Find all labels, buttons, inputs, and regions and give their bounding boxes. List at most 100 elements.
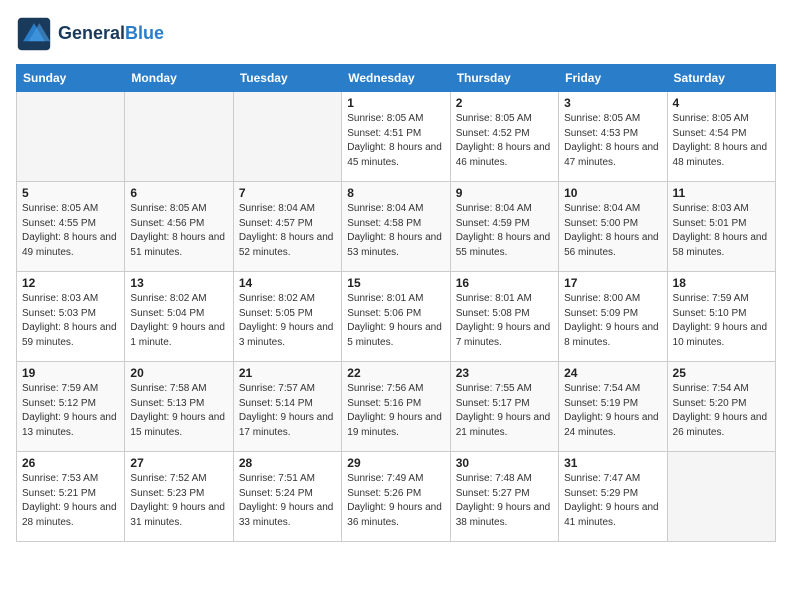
- day-info: Sunrise: 8:05 AM Sunset: 4:56 PM Dayligh…: [130, 202, 227, 260]
- day-number: 5: [22, 186, 119, 200]
- day-number: 17: [564, 276, 661, 290]
- day-number: 15: [347, 276, 444, 290]
- day-number: 18: [673, 276, 770, 290]
- day-number: 3: [564, 96, 661, 110]
- weekday-header: Thursday: [450, 65, 558, 92]
- day-info: Sunrise: 8:01 AM Sunset: 5:08 PM Dayligh…: [456, 292, 553, 350]
- calendar-cell: 13Sunrise: 8:02 AM Sunset: 5:04 PM Dayli…: [125, 272, 233, 362]
- calendar-week-row: 1 Sunrise: 8:05 AM Sunset: 4:51 PM Daylig…: [17, 92, 776, 182]
- calendar-cell: 11 Sunrise: 8:03 AM Sunset: 5:01 PM Dayli…: [667, 182, 775, 272]
- weekday-row: SundayMondayTuesdayWednesdayThursdayFrid…: [17, 65, 776, 92]
- day-info: Sunrise: 7:59 AM Sunset: 5:12 PM Dayligh…: [22, 382, 119, 440]
- calendar-cell: 12 Sunrise: 8:03 AM Sunset: 5:03 PM Dayli…: [17, 272, 125, 362]
- day-info: Sunrise: 8:05 AM Sunset: 4:54 PM Dayligh…: [673, 112, 770, 170]
- day-info: Sunrise: 7:47 AM Sunset: 5:29 PM Dayligh…: [564, 472, 661, 530]
- calendar-cell: 30 Sunrise: 7:48 AM Sunset: 5:27 PM Dayli…: [450, 452, 558, 542]
- calendar-cell: 3 Sunrise: 8:05 AM Sunset: 4:53 PM Daylig…: [559, 92, 667, 182]
- day-info: Sunrise: 8:05 AM Sunset: 4:55 PM Dayligh…: [22, 202, 119, 260]
- calendar-cell: 10 Sunrise: 8:04 AM Sunset: 5:00 PM Dayli…: [559, 182, 667, 272]
- day-info: Sunrise: 8:02 AM Sunset: 5:04 PM Dayligh…: [130, 292, 227, 350]
- day-number: 14: [239, 276, 336, 290]
- day-info: Sunrise: 8:05 AM Sunset: 4:52 PM Dayligh…: [456, 112, 553, 170]
- calendar-cell: 2 Sunrise: 8:05 AM Sunset: 4:52 PM Daylig…: [450, 92, 558, 182]
- day-info: Sunrise: 8:04 AM Sunset: 5:00 PM Dayligh…: [564, 202, 661, 260]
- day-info: Sunrise: 7:53 AM Sunset: 5:21 PM Dayligh…: [22, 472, 119, 530]
- calendar-cell: 26 Sunrise: 7:53 AM Sunset: 5:21 PM Dayli…: [17, 452, 125, 542]
- day-number: 6: [130, 186, 227, 200]
- day-info: Sunrise: 7:59 AM Sunset: 5:10 PM Dayligh…: [673, 292, 770, 350]
- day-number: 26: [22, 456, 119, 470]
- day-info: Sunrise: 7:48 AM Sunset: 5:27 PM Dayligh…: [456, 472, 553, 530]
- calendar-cell: 25 Sunrise: 7:54 AM Sunset: 5:20 PM Dayli…: [667, 362, 775, 452]
- day-info: Sunrise: 8:05 AM Sunset: 4:51 PM Dayligh…: [347, 112, 444, 170]
- day-number: 20: [130, 366, 227, 380]
- calendar-cell: 23Sunrise: 7:55 AM Sunset: 5:17 PM Dayli…: [450, 362, 558, 452]
- calendar-cell: 8Sunrise: 8:04 AM Sunset: 4:58 PM Daylig…: [342, 182, 450, 272]
- day-number: 1: [347, 96, 444, 110]
- day-number: 16: [456, 276, 553, 290]
- calendar-week-row: 26 Sunrise: 7:53 AM Sunset: 5:21 PM Dayli…: [17, 452, 776, 542]
- day-number: 27: [130, 456, 227, 470]
- calendar-body: 1 Sunrise: 8:05 AM Sunset: 4:51 PM Daylig…: [17, 92, 776, 542]
- calendar-cell: 19 Sunrise: 7:59 AM Sunset: 5:12 PM Dayli…: [17, 362, 125, 452]
- day-number: 10: [564, 186, 661, 200]
- day-info: Sunrise: 7:54 AM Sunset: 5:19 PM Dayligh…: [564, 382, 661, 440]
- calendar-cell: 20 Sunrise: 7:58 AM Sunset: 5:13 PM Dayli…: [125, 362, 233, 452]
- day-number: 30: [456, 456, 553, 470]
- calendar-cell: [667, 452, 775, 542]
- day-info: Sunrise: 7:52 AM Sunset: 5:23 PM Dayligh…: [130, 472, 227, 530]
- calendar-cell: 18 Sunrise: 7:59 AM Sunset: 5:10 PM Dayli…: [667, 272, 775, 362]
- day-info: Sunrise: 7:51 AM Sunset: 5:24 PM Dayligh…: [239, 472, 336, 530]
- calendar-cell: [125, 92, 233, 182]
- day-info: Sunrise: 8:00 AM Sunset: 5:09 PM Dayligh…: [564, 292, 661, 350]
- weekday-header: Wednesday: [342, 65, 450, 92]
- calendar-cell: 15 Sunrise: 8:01 AM Sunset: 5:06 PM Dayli…: [342, 272, 450, 362]
- day-info: Sunrise: 7:58 AM Sunset: 5:13 PM Dayligh…: [130, 382, 227, 440]
- calendar-cell: 22 Sunrise: 7:56 AM Sunset: 5:16 PM Dayli…: [342, 362, 450, 452]
- day-info: Sunrise: 8:04 AM Sunset: 4:59 PM Dayligh…: [456, 202, 553, 260]
- logo-icon: [16, 16, 52, 52]
- logo: GeneralBlue: [16, 16, 164, 52]
- calendar-cell: 31Sunrise: 7:47 AM Sunset: 5:29 PM Dayli…: [559, 452, 667, 542]
- day-info: Sunrise: 7:54 AM Sunset: 5:20 PM Dayligh…: [673, 382, 770, 440]
- calendar-cell: 5 Sunrise: 8:05 AM Sunset: 4:55 PM Daylig…: [17, 182, 125, 272]
- day-number: 25: [673, 366, 770, 380]
- calendar-cell: 21 Sunrise: 7:57 AM Sunset: 5:14 PM Dayli…: [233, 362, 341, 452]
- day-info: Sunrise: 7:56 AM Sunset: 5:16 PM Dayligh…: [347, 382, 444, 440]
- day-number: 12: [22, 276, 119, 290]
- day-number: 19: [22, 366, 119, 380]
- day-number: 22: [347, 366, 444, 380]
- day-info: Sunrise: 8:02 AM Sunset: 5:05 PM Dayligh…: [239, 292, 336, 350]
- day-info: Sunrise: 8:05 AM Sunset: 4:53 PM Dayligh…: [564, 112, 661, 170]
- day-number: 23: [456, 366, 553, 380]
- day-info: Sunrise: 8:03 AM Sunset: 5:01 PM Dayligh…: [673, 202, 770, 260]
- day-info: Sunrise: 8:01 AM Sunset: 5:06 PM Dayligh…: [347, 292, 444, 350]
- day-info: Sunrise: 7:57 AM Sunset: 5:14 PM Dayligh…: [239, 382, 336, 440]
- weekday-header: Sunday: [17, 65, 125, 92]
- day-info: Sunrise: 8:04 AM Sunset: 4:58 PM Dayligh…: [347, 202, 444, 260]
- day-number: 21: [239, 366, 336, 380]
- day-info: Sunrise: 8:03 AM Sunset: 5:03 PM Dayligh…: [22, 292, 119, 350]
- calendar-cell: [17, 92, 125, 182]
- weekday-header: Monday: [125, 65, 233, 92]
- calendar-header: SundayMondayTuesdayWednesdayThursdayFrid…: [17, 65, 776, 92]
- calendar-cell: 29Sunrise: 7:49 AM Sunset: 5:26 PM Dayli…: [342, 452, 450, 542]
- calendar-table: SundayMondayTuesdayWednesdayThursdayFrid…: [16, 64, 776, 542]
- day-number: 2: [456, 96, 553, 110]
- calendar-cell: [233, 92, 341, 182]
- day-number: 29: [347, 456, 444, 470]
- weekday-header: Saturday: [667, 65, 775, 92]
- calendar-cell: 14 Sunrise: 8:02 AM Sunset: 5:05 PM Dayli…: [233, 272, 341, 362]
- day-number: 9: [456, 186, 553, 200]
- day-number: 4: [673, 96, 770, 110]
- day-number: 7: [239, 186, 336, 200]
- logo-text: GeneralBlue: [58, 24, 164, 44]
- calendar-cell: 4 Sunrise: 8:05 AM Sunset: 4:54 PM Daylig…: [667, 92, 775, 182]
- day-number: 24: [564, 366, 661, 380]
- weekday-header: Friday: [559, 65, 667, 92]
- day-number: 11: [673, 186, 770, 200]
- day-number: 28: [239, 456, 336, 470]
- calendar-cell: 24 Sunrise: 7:54 AM Sunset: 5:19 PM Dayli…: [559, 362, 667, 452]
- calendar-cell: 17 Sunrise: 8:00 AM Sunset: 5:09 PM Dayli…: [559, 272, 667, 362]
- calendar-cell: 9 Sunrise: 8:04 AM Sunset: 4:59 PM Daylig…: [450, 182, 558, 272]
